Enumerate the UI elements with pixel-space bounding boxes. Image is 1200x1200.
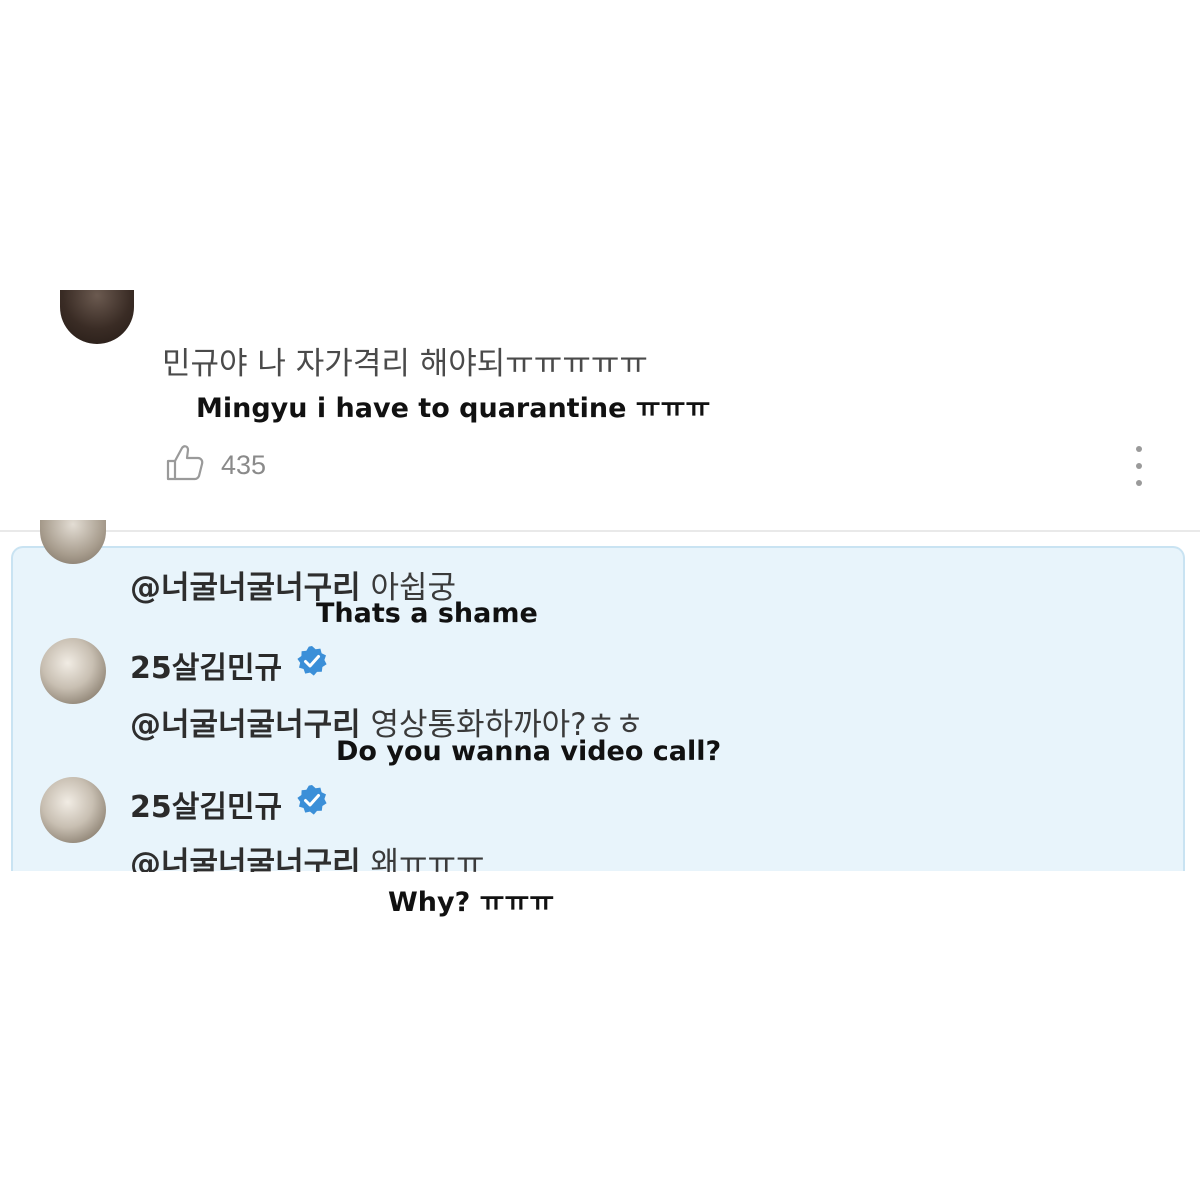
reply-3-text: @너굴너굴너구리 왜ㅠㅠㅠ	[130, 838, 485, 872]
like-count: 435	[221, 449, 267, 480]
reply-3-mention[interactable]: @너굴너굴너구리	[130, 846, 361, 872]
reply-2-avatar[interactable]	[40, 638, 106, 704]
like-row: 435	[165, 444, 266, 486]
reply-2-translation: Do you wanna video call?	[336, 736, 722, 767]
reply-3-username[interactable]: 25살김민규	[130, 782, 282, 826]
reply-2-username[interactable]: 25살김민규	[130, 643, 282, 687]
commenter-avatar[interactable]	[60, 290, 134, 344]
divider	[0, 530, 1200, 532]
reply-3-translation: Why? ㅠㅠㅠ	[388, 887, 555, 918]
reply-3-avatar[interactable]	[40, 777, 106, 843]
reply-1-translation: Thats a shame	[316, 598, 538, 629]
reply-2-user[interactable]: 25살김민규	[130, 643, 328, 687]
reply-3-body: 왜ㅠㅠㅠ	[370, 846, 485, 872]
verified-badge-icon	[282, 645, 328, 685]
thumbs-up-icon[interactable]	[165, 444, 205, 486]
reply-3-user[interactable]: 25살김민규	[130, 782, 328, 826]
comment-text: 민규야 나 자가격리 해야되ㅠㅠㅠㅠㅠ	[162, 346, 648, 382]
verified-badge-icon	[282, 784, 328, 824]
more-vertical-icon[interactable]	[1130, 446, 1148, 486]
reply-2-mention[interactable]: @너굴너굴너구리	[130, 707, 361, 743]
comment-translation: Mingyu i have to quarantine ㅠㅠㅠ	[196, 393, 711, 424]
